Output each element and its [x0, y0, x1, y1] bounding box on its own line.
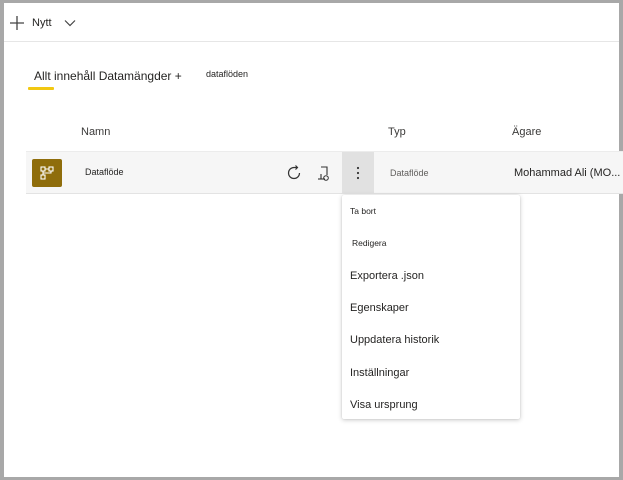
dataflow-icon [32, 159, 62, 187]
schedule-refresh-icon [318, 166, 329, 181]
refresh-button[interactable] [283, 162, 305, 184]
new-button[interactable]: Nytt [9, 13, 76, 33]
menu-item-export-json[interactable]: Exportera .json [350, 270, 424, 282]
column-header-name[interactable]: Namn [81, 126, 110, 138]
tab-dataflows[interactable]: dataflöden [206, 69, 248, 79]
tab-all-content[interactable]: Allt innehåll Datamängder + [34, 69, 182, 83]
active-tab-indicator [28, 87, 54, 90]
table-row[interactable]: Dataflöde Dataflöde Mohammad Ali (MO... [26, 151, 623, 194]
command-bar: Nytt [4, 3, 619, 42]
row-type: Dataflöde [390, 168, 429, 178]
row-name[interactable]: Dataflöde [85, 167, 124, 177]
menu-item-settings[interactable]: Inställningar [350, 367, 409, 379]
menu-item-delete[interactable]: Ta bort [350, 206, 376, 216]
refresh-icon [287, 165, 301, 180]
menu-item-refresh-history[interactable]: Uppdatera historik [350, 334, 439, 346]
more-options-button[interactable] [342, 152, 374, 193]
context-menu: Ta bort Redigera Exportera .json Egenska… [342, 195, 520, 419]
menu-item-properties[interactable]: Egenskaper [350, 302, 409, 314]
schedule-refresh-button[interactable] [313, 162, 335, 184]
row-owner: Mohammad Ali (MO... [514, 167, 621, 179]
column-header-type[interactable]: Typ [388, 126, 406, 138]
column-header-owner[interactable]: Ägare [512, 126, 541, 138]
menu-item-edit[interactable]: Redigera [352, 238, 387, 248]
chevron-down-icon[interactable] [64, 19, 76, 27]
plus-icon [10, 16, 24, 30]
app-window: Nytt Allt innehåll Datamängder + dataflö… [0, 0, 623, 480]
menu-item-view-lineage[interactable]: Visa ursprung [350, 399, 418, 411]
new-button-label: Nytt [32, 17, 52, 29]
more-vertical-icon [356, 166, 360, 179]
